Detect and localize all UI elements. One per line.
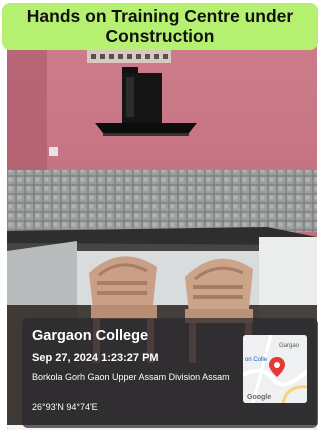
map-label-1: Gargao bbox=[279, 343, 300, 349]
geotag-coordinates: 26°93'N 94°74'E bbox=[32, 402, 98, 412]
map-label-2: on Colle bbox=[245, 357, 268, 363]
caption-banner: Hands on Training Centre under Construct… bbox=[2, 3, 318, 50]
map-thumbnail: Gargao on Colle Google bbox=[243, 335, 307, 403]
geotag-address: Borkola Gorh Gaon Upper Assam Division A… bbox=[32, 372, 230, 382]
map-graphic: Gargao on Colle Google bbox=[243, 335, 307, 403]
google-logo: Google bbox=[247, 394, 271, 401]
geotag-place: Gargaon College bbox=[32, 328, 149, 344]
wall-socket bbox=[49, 147, 58, 156]
geotag-panel: Gargaon College Sep 27, 2024 1:23:27 PM … bbox=[22, 318, 318, 428]
geotag-datetime: Sep 27, 2024 1:23:27 PM bbox=[32, 352, 159, 364]
